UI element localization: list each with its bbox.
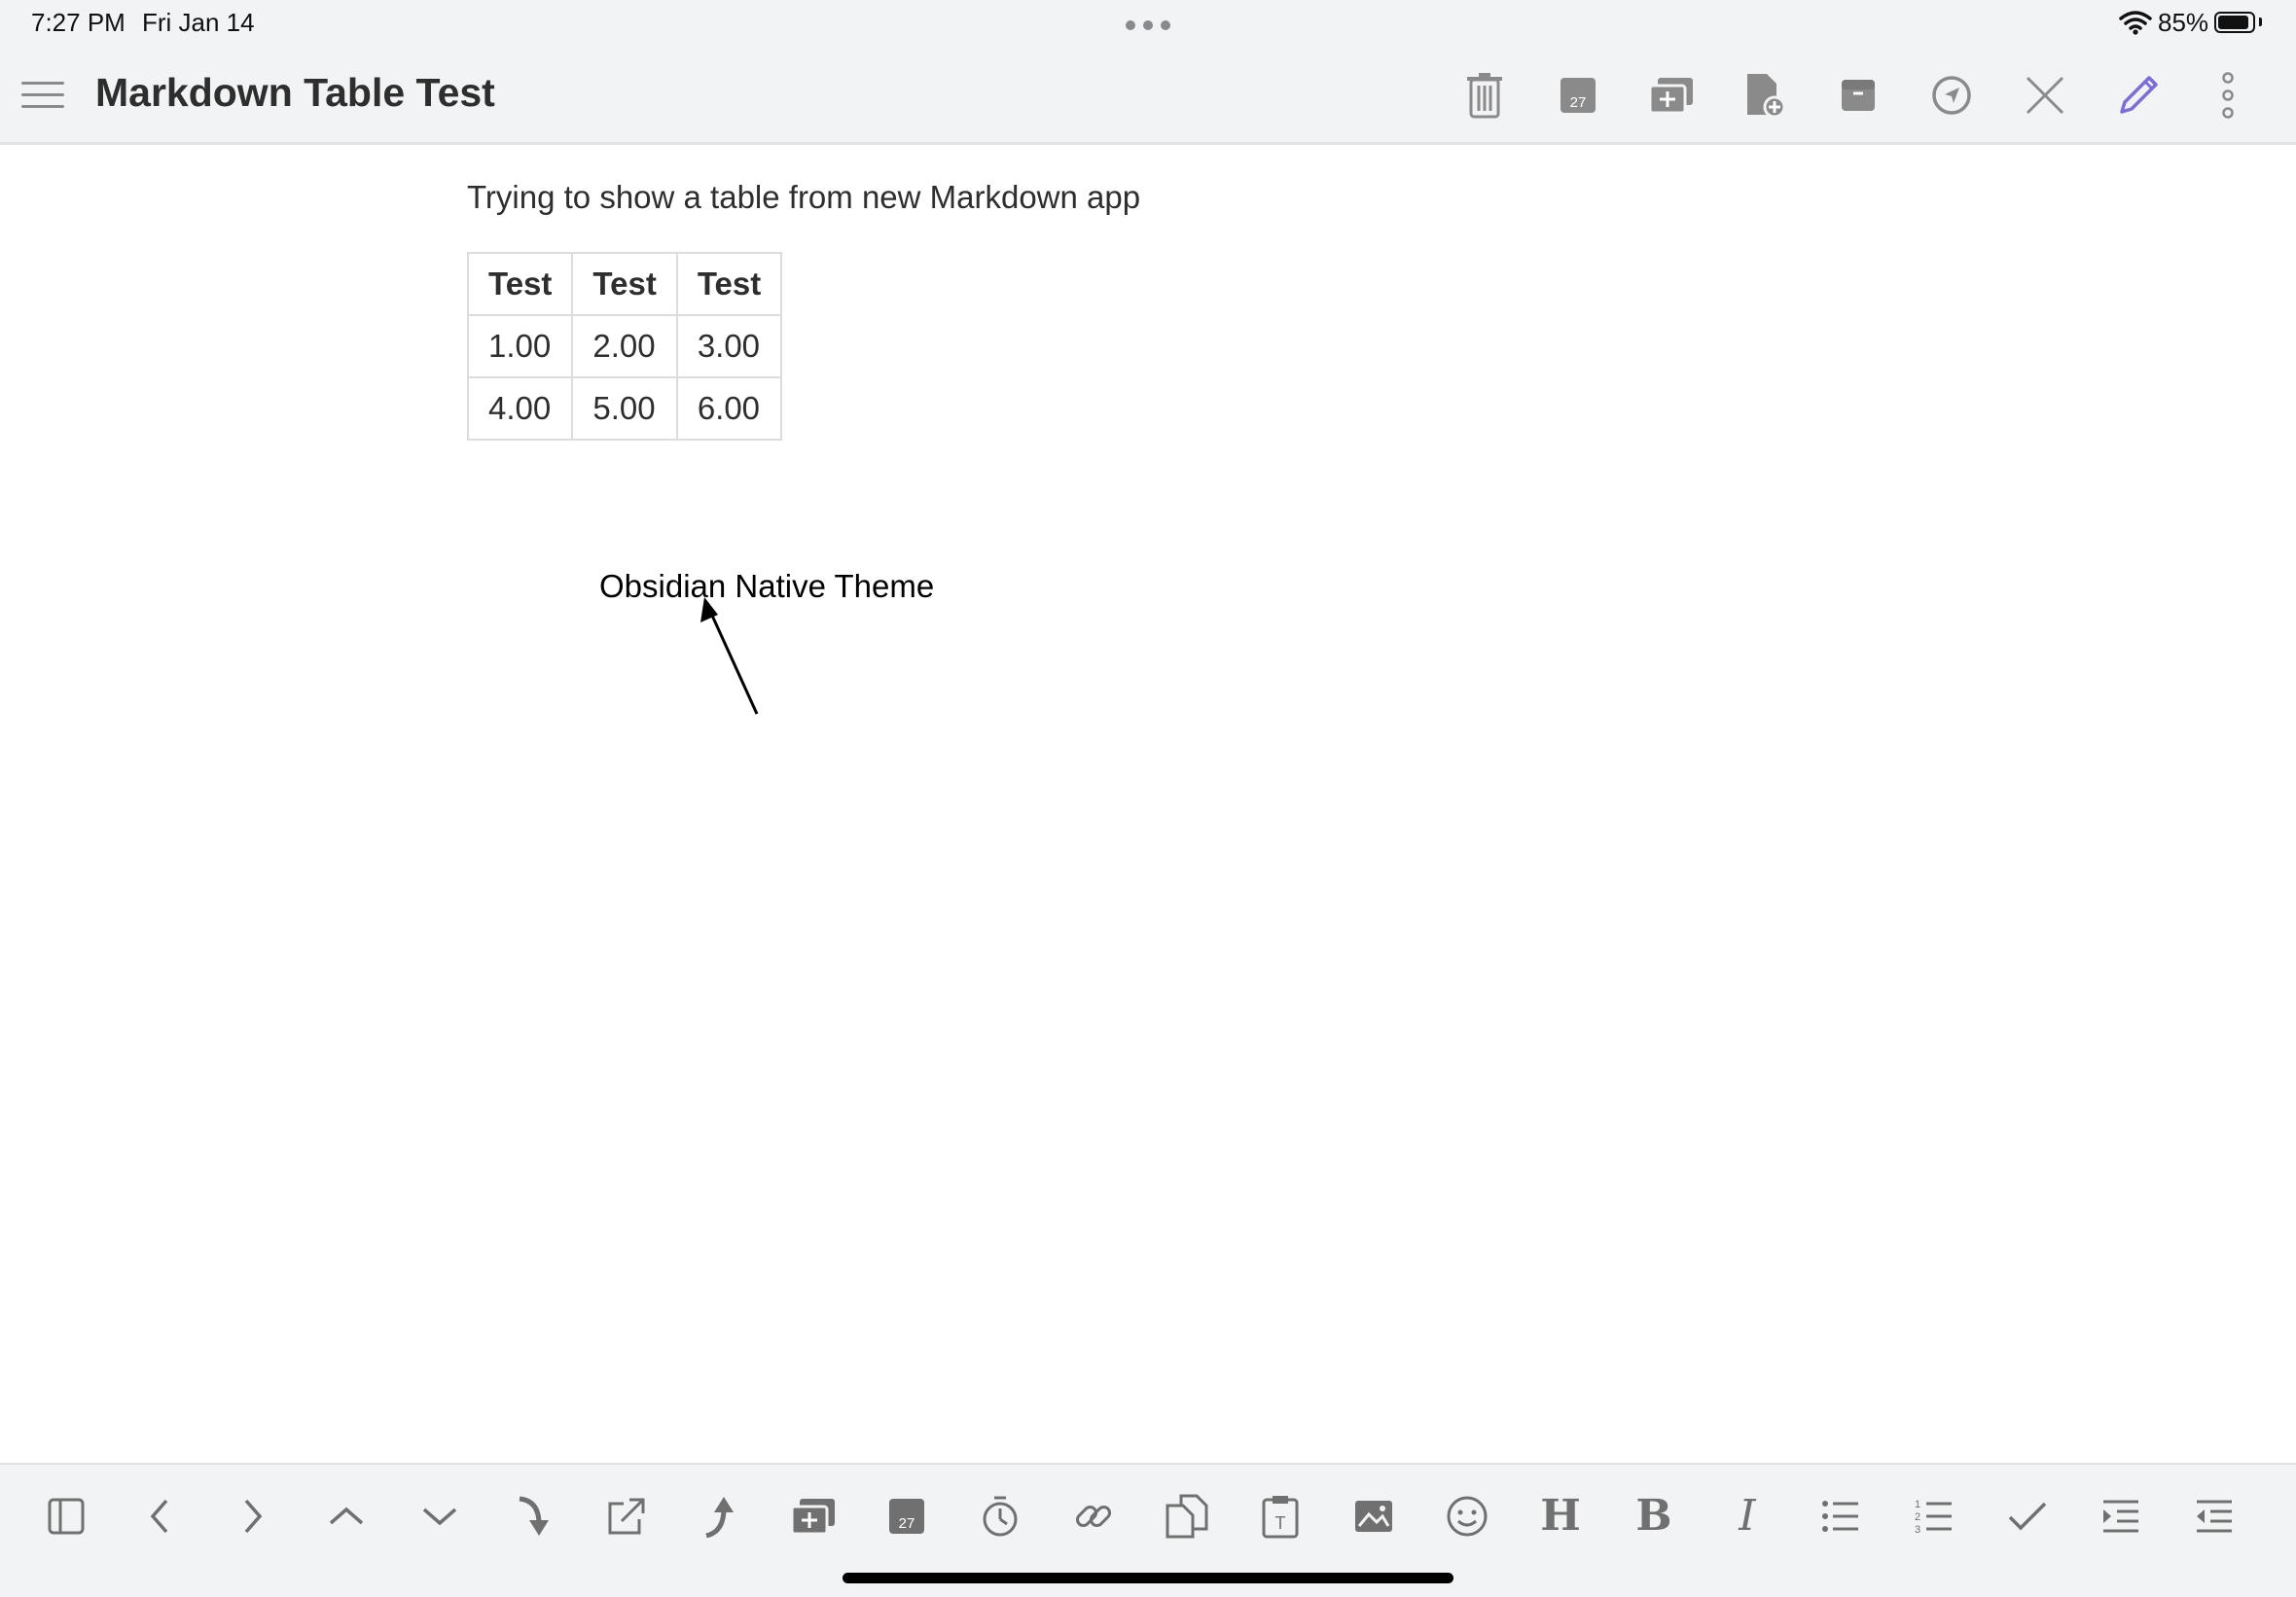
navigate-icon[interactable]: [1924, 68, 1979, 123]
svg-text:3: 3: [1915, 1524, 1920, 1535]
emoji-icon[interactable]: [1440, 1489, 1494, 1544]
wifi-icon: [2119, 11, 2152, 35]
indent-icon[interactable]: [2094, 1489, 2148, 1544]
battery-percent: 85%: [2158, 8, 2209, 37]
markdown-table: Test Test Test 1.00 2.00 3.00 4.00 5.00 …: [466, 252, 783, 441]
timer-icon[interactable]: [973, 1489, 1027, 1544]
table-cell: 3.00: [675, 314, 783, 378]
outdent-icon[interactable]: [2187, 1489, 2242, 1544]
paste-text-icon[interactable]: T: [1253, 1489, 1308, 1544]
numbered-list-icon[interactable]: 123: [1907, 1489, 1961, 1544]
trash-icon[interactable]: [1457, 68, 1512, 123]
table-cell: 1.00: [466, 314, 574, 378]
battery-icon: [2214, 12, 2255, 33]
annotation-label: Obsidian Native Theme: [599, 568, 935, 604]
sidebar-toggle-icon[interactable]: [39, 1489, 93, 1544]
svg-text:2: 2: [1915, 1511, 1920, 1523]
chevron-down-icon[interactable]: [413, 1489, 467, 1544]
chevron-up-icon[interactable]: [319, 1489, 374, 1544]
table-row: 4.00 5.00 6.00: [466, 376, 783, 441]
more-vertical-icon[interactable]: [2201, 68, 2255, 123]
bold-icon[interactable]: B: [1627, 1489, 1681, 1544]
note-header: Markdown Table Test 27: [0, 49, 2296, 145]
calendar-icon[interactable]: 27: [879, 1489, 934, 1544]
table-cell: 4.00: [466, 376, 574, 441]
table-header-cell: Test: [571, 252, 678, 316]
calendar-icon[interactable]: 27: [1551, 68, 1605, 123]
note-title: Markdown Table Test: [95, 70, 495, 115]
status-time: 7:27 PM: [31, 8, 126, 37]
image-icon[interactable]: [1346, 1489, 1401, 1544]
archive-icon[interactable]: [1831, 68, 1885, 123]
curved-arrow-up-icon[interactable]: [693, 1489, 747, 1544]
edit-pencil-icon[interactable]: [2111, 68, 2166, 123]
copy-files-icon[interactable]: [1160, 1489, 1214, 1544]
menu-icon[interactable]: [19, 76, 66, 115]
table-header-row: Test Test Test: [466, 252, 783, 316]
note-content[interactable]: Trying to show a table from new Markdown…: [0, 145, 2296, 1463]
table-cell: 5.00: [571, 376, 678, 441]
open-external-icon[interactable]: [599, 1489, 654, 1544]
bullet-list-icon[interactable]: [1813, 1489, 1868, 1544]
add-tab-icon[interactable]: [786, 1489, 841, 1544]
status-date: Fri Jan 14: [142, 8, 255, 37]
paragraph-text: Trying to show a table from new Markdown…: [467, 179, 1141, 215]
calendar-day: 27: [899, 1515, 915, 1532]
status-bar: 7:27 PM Fri Jan 14 85%: [0, 0, 2296, 49]
add-tab-icon[interactable]: [1644, 68, 1699, 123]
table-cell: 6.00: [675, 376, 783, 441]
calendar-day: 27: [1570, 94, 1587, 111]
italic-icon[interactable]: I: [1720, 1489, 1775, 1544]
bold-glyph: B: [1635, 1491, 1672, 1541]
table-header-cell: Test: [675, 252, 783, 316]
multitasking-dots-icon[interactable]: [1126, 20, 1170, 30]
home-indicator[interactable]: [843, 1573, 1453, 1583]
new-file-icon[interactable]: [1738, 68, 1792, 123]
battery-tip: [2259, 18, 2262, 26]
link-icon[interactable]: [1066, 1489, 1121, 1544]
table-cell: 2.00: [571, 314, 678, 378]
chevron-left-icon[interactable]: [132, 1489, 187, 1544]
checkmark-icon[interactable]: [2000, 1489, 2055, 1544]
heading-icon[interactable]: H: [1533, 1489, 1588, 1544]
curved-arrow-down-icon[interactable]: [506, 1489, 560, 1544]
table-row: 1.00 2.00 3.00: [466, 314, 783, 378]
svg-text:T: T: [1275, 1513, 1286, 1533]
chevron-right-icon[interactable]: [226, 1489, 280, 1544]
italic-glyph: I: [1739, 1491, 1756, 1541]
heading-glyph: H: [1540, 1491, 1581, 1541]
close-icon[interactable]: [2018, 68, 2072, 123]
svg-text:1: 1: [1915, 1499, 1920, 1510]
editor-toolbar: 27 T H B I 123: [0, 1463, 2296, 1597]
table-header-cell: Test: [466, 252, 574, 316]
